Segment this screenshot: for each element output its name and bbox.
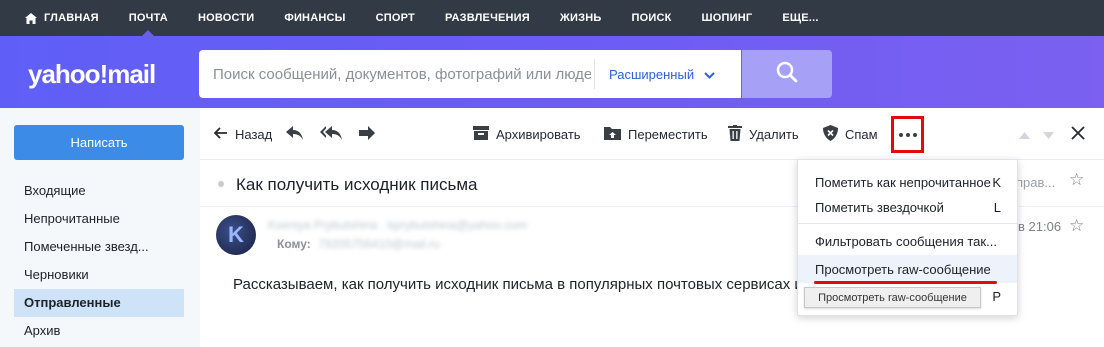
menu-item-label: Пометить как непрочитанное: [815, 174, 991, 190]
menu-item-shortcut: K: [992, 174, 1001, 190]
menu-item-label: Пометить звездочкой: [815, 199, 944, 215]
dot-icon: [912, 132, 917, 137]
sidebar-item-unread[interactable]: Непрочитанные: [14, 205, 184, 233]
sidebar-item-starred[interactable]: Помеченные звезд...: [14, 233, 184, 261]
dot-icon: [905, 132, 910, 137]
spam-button[interactable]: Спам: [823, 108, 878, 160]
search-input[interactable]: [199, 59, 591, 89]
close-icon: [1071, 125, 1085, 143]
menu-item-mark-unread[interactable]: Пометить как непрочитанное K: [798, 168, 1017, 196]
top-nav: ГЛАВНАЯ ПОЧТА НОВОСТИ ФИНАНСЫ СПОРТ РАЗВ…: [0, 0, 1104, 36]
arrow-left-icon: [213, 126, 228, 142]
folder-list: Входящие Непрочитанные Помеченные звезд.…: [14, 177, 184, 345]
to-address[interactable]: 79205756410@mail.ru: [318, 237, 440, 251]
sidebar-item-archive[interactable]: Архив: [14, 317, 184, 345]
delete-button[interactable]: Удалить: [728, 108, 799, 160]
highlight-underline: [814, 281, 997, 284]
reply-all-button[interactable]: [320, 108, 344, 160]
forward-icon: [358, 125, 376, 143]
dot-icon: [898, 132, 903, 137]
move-label: Переместить: [628, 126, 708, 142]
menu-item-filter[interactable]: Фильтровать сообщения так...: [798, 227, 1017, 255]
sidebar-item-inbox[interactable]: Входящие: [14, 177, 184, 205]
more-actions-button[interactable]: [891, 116, 924, 153]
menu-item-label: Фильтровать сообщения так...: [815, 233, 997, 249]
reply-all-icon: [320, 125, 344, 143]
next-message-button[interactable]: [1043, 108, 1054, 160]
close-button[interactable]: [1071, 108, 1085, 160]
forward-button[interactable]: [358, 108, 376, 160]
nav-item-label: ГЛАВНАЯ: [44, 12, 99, 24]
tooltip: Просмотреть raw-сообщение: [804, 287, 981, 308]
archive-button[interactable]: Архивировать: [473, 108, 581, 160]
to-label: Кому:: [277, 237, 311, 251]
nav-item-life[interactable]: ЖИЗНЬ: [545, 0, 617, 36]
search-button[interactable]: [742, 50, 832, 98]
nav-item-sport[interactable]: СПОРТ: [361, 0, 430, 36]
archive-label: Архивировать: [496, 126, 581, 142]
unread-dot-icon: [218, 181, 224, 187]
previous-message-button[interactable]: [1019, 108, 1030, 160]
advanced-search-button[interactable]: Расширенный: [595, 67, 715, 82]
sidebar-item-sent[interactable]: Отправленные: [14, 289, 184, 317]
back-label: Назад: [235, 126, 273, 142]
nav-item-more[interactable]: ЕЩЕ...: [767, 0, 833, 36]
home-icon: [25, 12, 37, 24]
caret-down-icon: [1043, 127, 1054, 142]
reply-button[interactable]: [286, 108, 304, 160]
compose-button[interactable]: Написать: [14, 125, 184, 160]
nav-item-shopping[interactable]: ШОПИНГ: [687, 0, 768, 36]
caret-up-icon: [1019, 127, 1030, 142]
avatar: K: [216, 215, 256, 255]
nav-item-news[interactable]: НОВОСТИ: [183, 0, 269, 36]
menu-item-shortcut: P: [992, 288, 1001, 304]
menu-item-star[interactable]: Пометить звездочкой L: [798, 193, 1017, 221]
star-icon[interactable]: ☆: [1069, 170, 1084, 190]
search-icon: [776, 61, 798, 88]
star-icon[interactable]: ☆: [1069, 216, 1084, 236]
menu-item-shortcut: L: [993, 199, 1001, 215]
folder-move-icon: [604, 126, 621, 143]
trash-icon: [728, 124, 742, 144]
delete-label: Удалить: [749, 126, 799, 142]
nav-item-finance[interactable]: ФИНАНСЫ: [269, 0, 360, 36]
nav-item-mail[interactable]: ПОЧТА: [114, 0, 183, 36]
move-button[interactable]: Переместить: [604, 108, 708, 160]
reply-icon: [286, 125, 304, 143]
menu-divider: [798, 223, 1017, 224]
mail-header: yahoo!mail Расширенный: [0, 36, 1104, 108]
chevron-down-icon: [704, 67, 715, 82]
message-body: Рассказываем, как получить исходник пись…: [233, 276, 798, 293]
yahoo-mail-logo[interactable]: yahoo!mail: [28, 59, 156, 90]
message-subject: Как получить исходник письма: [236, 175, 478, 194]
archive-icon: [473, 125, 489, 143]
nav-item-entertainment[interactable]: РАЗВЛЕЧЕНИЯ: [430, 0, 545, 36]
search-box: Расширенный: [199, 50, 741, 98]
nav-item-home[interactable]: ГЛАВНАЯ: [0, 0, 114, 36]
nav-item-search[interactable]: ПОИСК: [616, 0, 686, 36]
advanced-search-label: Расширенный: [609, 66, 695, 82]
sender-name[interactable]: Kseniya Prybutshina · kprybutshina@yahoo…: [268, 218, 527, 232]
sidebar: Написать Входящие Непрочитанные Помеченн…: [0, 108, 200, 347]
message-time: в 21:06: [1018, 219, 1062, 234]
menu-item-label: Просмотреть raw-сообщение: [815, 261, 991, 277]
message-toolbar: Назад Архивировать Переместить Удалить С…: [200, 108, 1104, 160]
back-button[interactable]: Назад: [213, 108, 273, 160]
spam-label: Спам: [845, 126, 878, 142]
sidebar-item-drafts[interactable]: Черновики: [14, 261, 184, 289]
menu-item-view-raw[interactable]: Просмотреть raw-сообщение: [798, 255, 1017, 283]
subject-trailing-text: прав...: [1016, 175, 1056, 190]
shield-x-icon: [823, 124, 838, 144]
